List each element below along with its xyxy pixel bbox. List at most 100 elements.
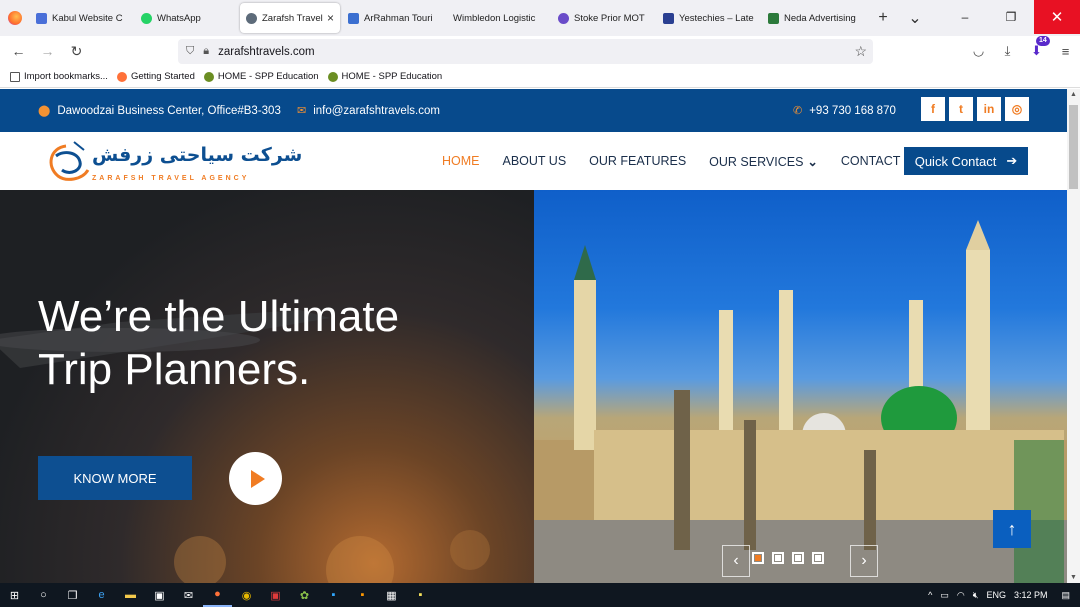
import-icon: [10, 71, 20, 82]
shield-icon[interactable]: ⛉: [186, 45, 194, 58]
slider-dots: [752, 552, 832, 564]
phone-info[interactable]: ✆ +93 730 168 870: [793, 89, 896, 132]
menu-icon[interactable]: ≡: [1051, 44, 1080, 59]
list-tabs-button[interactable]: ⌄: [899, 0, 931, 36]
volume-mute-icon[interactable]: 🔇︎: [973, 590, 979, 601]
toolbar-right: ◡ ⤓ ⬇ 14 ≡: [964, 36, 1080, 66]
photoshop-icon[interactable]: ▪: [319, 583, 348, 607]
sticky-notes-icon[interactable]: ▪: [406, 583, 435, 607]
lock-icon[interactable]: 🔒︎: [203, 45, 209, 58]
app-icon[interactable]: ✿: [290, 583, 319, 607]
menu-about-us[interactable]: ABOUT US: [503, 154, 567, 168]
windows-start-icon[interactable]: ⊞: [0, 583, 29, 607]
site-logo[interactable]: شرکت سیاحتی زرفش ZARAFSH TRAVEL AGENCY: [44, 136, 302, 188]
quick-contact-button[interactable]: Quick Contact ➔: [904, 147, 1028, 175]
pdf-icon[interactable]: ▣: [261, 583, 290, 607]
close-window-button[interactable]: ✕: [1034, 0, 1080, 34]
battery-icon[interactable]: ▭: [940, 590, 949, 601]
menu-our-features[interactable]: OUR FEATURES: [589, 154, 686, 168]
scroll-up-icon[interactable]: ▲: [1067, 91, 1080, 98]
task-view-icon[interactable]: ❐: [58, 583, 87, 607]
bookmark-spp-education[interactable]: HOME - SPP Education: [203, 71, 319, 82]
firefox-icon[interactable]: [0, 0, 30, 36]
tab-arrahman[interactable]: ArRahman Touri: [342, 3, 445, 33]
restore-button[interactable]: ❐: [988, 0, 1034, 34]
clock[interactable]: 3:12 PM: [1014, 590, 1048, 600]
slider-prev-button[interactable]: ‹: [722, 545, 750, 577]
slider-dot-1[interactable]: [752, 552, 764, 564]
tab-bar: Kabul Website C WhatsApp Zarafsh Travel …: [0, 0, 1080, 36]
twitter-icon[interactable]: t: [949, 97, 973, 121]
menu-our-services-label: OUR SERVICES: [709, 154, 804, 169]
logo-english-text: ZARAFSH TRAVEL AGENCY: [92, 175, 250, 182]
reload-button[interactable]: ↻: [62, 36, 91, 66]
pocket-icon[interactable]: ◡: [964, 43, 993, 59]
extension-icon[interactable]: ⬇ 14: [1022, 36, 1051, 59]
slider-dot-3[interactable]: [792, 552, 804, 564]
edge-icon[interactable]: e: [87, 583, 116, 607]
slider-dot-2[interactable]: [772, 552, 784, 564]
tab-zarafsh[interactable]: Zarafsh Travel ×: [240, 3, 340, 33]
know-more-button[interactable]: KNOW MORE: [38, 456, 192, 500]
email-info[interactable]: ✉ info@zarafshtravels.com: [297, 89, 440, 132]
scroll-down-icon[interactable]: ▼: [1067, 574, 1080, 581]
navigation-bar: ← → ↻ ⛉ 🔒︎ zarafshtravels.com ☆ ◡ ⤓ ⬇ 14 …: [0, 36, 1080, 66]
notifications-icon[interactable]: ▤: [1061, 590, 1070, 601]
wifi-icon[interactable]: ◠: [957, 590, 965, 601]
instagram-icon[interactable]: ◎: [1005, 97, 1029, 121]
language-indicator[interactable]: ENG: [986, 590, 1006, 600]
social-links: f t in ◎: [917, 97, 1029, 121]
top-info-strip: ⬤ Dawoodzai Business Center, Office#B3-3…: [0, 89, 1067, 132]
url-bar[interactable]: ⛉ 🔒︎ zarafshtravels.com ☆: [178, 39, 873, 64]
tab-whatsapp[interactable]: WhatsApp: [135, 3, 238, 33]
chrome-icon[interactable]: ◉: [232, 583, 261, 607]
spp-icon: [327, 71, 338, 82]
bookmark-getting-started[interactable]: Getting Started: [116, 71, 195, 82]
menu-home[interactable]: HOME: [442, 154, 480, 168]
url-text[interactable]: zarafshtravels.com: [218, 46, 315, 58]
spp-icon: [203, 71, 214, 82]
back-to-top-button[interactable]: ↑: [993, 510, 1031, 548]
calculator-icon[interactable]: ▦: [377, 583, 406, 607]
phone-icon: ✆: [793, 105, 803, 117]
tab-neda[interactable]: Neda Advertising: [762, 3, 865, 33]
menu-our-services[interactable]: OUR SERVICES ⌄: [709, 154, 818, 169]
system-tray: ^ ▭ ◠ 🔇︎ ENG 3:12 PM ▤: [924, 583, 1080, 607]
linkedin-icon[interactable]: in: [977, 97, 1001, 121]
tab-stoke[interactable]: Stoke Prior MOT: [552, 3, 655, 33]
quick-contact-label: Quick Contact: [914, 153, 997, 169]
mail-icon[interactable]: ✉: [174, 583, 203, 607]
bookmark-star-icon[interactable]: ☆: [854, 43, 867, 60]
forward-button[interactable]: →: [33, 36, 62, 66]
search-icon[interactable]: ○: [29, 583, 58, 607]
bookmark-spp-education[interactable]: HOME - SPP Education: [327, 71, 442, 82]
tab-wimbledon[interactable]: Wimbledon Logistic: [447, 3, 550, 33]
chevron-up-icon[interactable]: ^: [928, 590, 932, 600]
page-scrollbar[interactable]: ▲ ▼: [1067, 89, 1080, 583]
tab-yestechies[interactable]: Yestechies – Late: [657, 3, 760, 33]
new-tab-button[interactable]: +: [867, 0, 899, 36]
whatsapp-icon: [141, 12, 152, 24]
slider-dot-4[interactable]: [812, 552, 824, 564]
scrollbar-thumb[interactable]: [1069, 105, 1078, 189]
play-video-button[interactable]: [229, 452, 282, 505]
downloads-icon[interactable]: ⤓: [993, 43, 1022, 59]
file-explorer-icon[interactable]: ▬: [116, 583, 145, 607]
tab-favicon-icon: [768, 12, 779, 24]
bookmark-import[interactable]: Import bookmarks...: [10, 71, 108, 82]
logo-arabic-text: شرکت سیاحتی زرفش: [92, 144, 303, 166]
sublime-icon[interactable]: ▪: [348, 583, 377, 607]
mosque-illustration: [534, 220, 1067, 583]
firefox-taskbar-icon[interactable]: ●: [203, 583, 232, 607]
close-tab-icon[interactable]: ×: [327, 11, 334, 25]
store-icon[interactable]: ▣: [145, 583, 174, 607]
main-menu: HOME ABOUT US OUR FEATURES OUR SERVICES ⌄…: [442, 132, 944, 190]
back-button[interactable]: ←: [4, 36, 33, 66]
minimize-button[interactable]: –: [942, 0, 988, 34]
facebook-icon[interactable]: f: [921, 97, 945, 121]
play-icon: [250, 469, 265, 488]
tab-favicon-icon: [246, 12, 257, 24]
tab-favicon-icon: [663, 12, 674, 24]
slider-next-button[interactable]: ›: [850, 545, 878, 577]
tab-kabul[interactable]: Kabul Website C: [30, 3, 133, 33]
